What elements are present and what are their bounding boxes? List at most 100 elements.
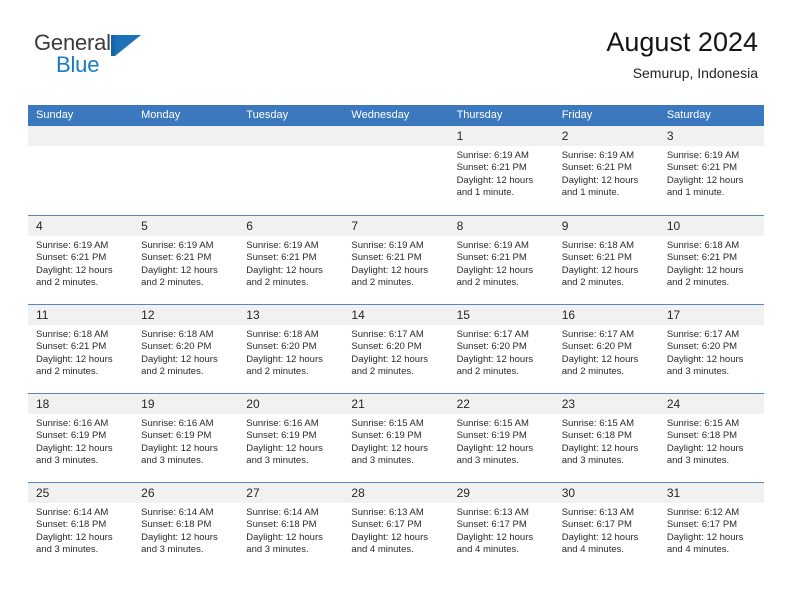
day-sun-info: Sunrise: 6:19 AM Sunset: 6:21 PM Daylight:… (343, 236, 448, 289)
day-number: 10 (666, 219, 681, 233)
sunrise-text: Sunrise: 6:18 AM (36, 329, 109, 340)
calendar-day-cell[interactable]: 29 Sunrise: 6:13 AM Sunset: 6:17 PM Dayligh… (448, 483, 554, 571)
day-number-band (133, 126, 239, 146)
day-number-band: 6 (238, 216, 344, 236)
page-header: General Blue August 2024 Semurup, Indone… (0, 26, 792, 98)
day-sun-info: Sunrise: 6:19 AM Sunset: 6:21 PM Daylight:… (554, 146, 659, 199)
calendar-day-cell[interactable]: 5 Sunrise: 6:19 AM Sunset: 6:21 PM Daylight… (133, 216, 239, 304)
calendar-day-cell-empty (28, 126, 134, 215)
calendar-day-cell[interactable]: 28 Sunrise: 6:13 AM Sunset: 6:17 PM Dayligh… (343, 483, 449, 571)
calendar-day-cell[interactable]: 8 Sunrise: 6:19 AM Sunset: 6:21 PM Daylight… (448, 216, 554, 304)
calendar-day-cell[interactable]: 16 Sunrise: 6:17 AM Sunset: 6:20 PM Dayligh… (553, 305, 659, 393)
day-number: 5 (141, 219, 148, 233)
day-sun-info: Sunrise: 6:17 AM Sunset: 6:20 PM Daylight:… (343, 325, 448, 378)
day-number-band (343, 126, 449, 146)
sunset-text: Sunset: 6:21 PM (36, 341, 107, 353)
calendar-day-cell[interactable]: 3 Sunrise: 6:19 AM Sunset: 6:21 PM Daylight… (658, 126, 764, 215)
day-number-band: 22 (448, 394, 554, 414)
day-number: 19 (141, 397, 155, 411)
calendar-day-cell[interactable]: 23 Sunrise: 6:15 AM Sunset: 6:18 PM Dayligh… (553, 394, 659, 482)
day-number-band: 28 (343, 483, 449, 503)
sunset-text: Sunset: 6:21 PM (456, 252, 527, 264)
calendar-day-cell[interactable]: 27 Sunrise: 6:14 AM Sunset: 6:18 PM Dayligh… (238, 483, 344, 571)
day-sun-info: Sunrise: 6:19 AM Sunset: 6:21 PM Daylight:… (28, 236, 133, 289)
weekday-header-thursday: Thursday (456, 109, 503, 121)
calendar-day-cell[interactable]: 26 Sunrise: 6:14 AM Sunset: 6:18 PM Dayligh… (133, 483, 239, 571)
calendar-day-cell[interactable]: 21 Sunrise: 6:15 AM Sunset: 6:19 PM Dayligh… (343, 394, 449, 482)
day-sun-info: Sunrise: 6:17 AM Sunset: 6:20 PM Daylight:… (449, 325, 554, 378)
day-number: 2 (561, 129, 569, 143)
sunrise-text: Sunrise: 6:14 AM (246, 507, 319, 518)
logo-triangle-icon (111, 35, 141, 56)
calendar-day-cell[interactable]: 25 Sunrise: 6:14 AM Sunset: 6:18 PM Dayligh… (28, 483, 134, 571)
calendar-day-cell[interactable]: 13 Sunrise: 6:18 AM Sunset: 6:20 PM Dayligh… (238, 305, 344, 393)
calendar-day-cell[interactable]: 1 Sunrise: 6:19 AM Sunset: 6:21 PM Daylight… (448, 126, 554, 215)
daylight-text: Daylight: 12 hours and 2 minutes. (141, 264, 218, 288)
sunrise-text: Sunrise: 6:18 AM (561, 240, 635, 251)
day-number-band: 16 (553, 305, 659, 325)
calendar-grid: Sunday Monday Tuesday Wednesday Thursday… (28, 105, 764, 571)
weekday-header-wednesday: Wednesday (351, 109, 410, 121)
calendar-day-cell[interactable]: 31 Sunrise: 6:12 AM Sunset: 6:17 PM Dayligh… (658, 483, 764, 571)
weekday-header-monday: Monday (141, 109, 181, 121)
daylight-text: Daylight: 12 hours and 4 minutes. (666, 531, 744, 555)
daylight-text: Daylight: 12 hours and 2 minutes. (141, 353, 218, 377)
day-sun-info: Sunrise: 6:13 AM Sunset: 6:17 PM Daylight:… (449, 503, 554, 556)
sunrise-text: Sunrise: 6:16 AM (246, 418, 319, 429)
day-number-band: 10 (658, 216, 764, 236)
day-number-band: 1 (448, 126, 554, 146)
day-sun-info: Sunrise: 6:19 AM Sunset: 6:21 PM Daylight:… (133, 236, 238, 289)
day-sun-info: Sunrise: 6:19 AM Sunset: 6:21 PM Daylight:… (238, 236, 343, 289)
calendar-day-cell[interactable]: 24 Sunrise: 6:15 AM Sunset: 6:18 PM Dayligh… (658, 394, 764, 482)
sunset-text: Sunset: 6:21 PM (561, 252, 632, 264)
calendar-day-cell[interactable]: 14 Sunrise: 6:17 AM Sunset: 6:20 PM Dayligh… (343, 305, 449, 393)
calendar-day-cell[interactable]: 9 Sunrise: 6:18 AM Sunset: 6:21 PM Daylight… (553, 216, 659, 304)
calendar-day-cell[interactable]: 10 Sunrise: 6:18 AM Sunset: 6:21 PM Dayligh… (658, 216, 764, 304)
calendar-day-cell[interactable]: 18 Sunrise: 6:16 AM Sunset: 6:19 PM Dayligh… (28, 394, 134, 482)
calendar-day-cell[interactable]: 4 Sunrise: 6:19 AM Sunset: 6:21 PM Daylight… (28, 216, 134, 304)
calendar-day-cell[interactable]: 15 Sunrise: 6:17 AM Sunset: 6:20 PM Dayligh… (448, 305, 554, 393)
calendar-day-cell-empty (133, 126, 239, 215)
day-number-band: 24 (658, 394, 764, 414)
sunrise-text: Sunrise: 6:16 AM (141, 418, 214, 429)
day-number: 14 (351, 308, 365, 322)
calendar-week-row: 25 Sunrise: 6:14 AM Sunset: 6:18 PM Dayligh… (28, 482, 764, 571)
sunset-text: Sunset: 6:19 PM (141, 430, 212, 442)
day-number-band: 19 (133, 394, 239, 414)
calendar-day-cell[interactable]: 7 Sunrise: 6:19 AM Sunset: 6:21 PM Daylight… (343, 216, 449, 304)
calendar-day-cell[interactable]: 6 Sunrise: 6:19 AM Sunset: 6:21 PM Daylight… (238, 216, 344, 304)
day-number: 9 (561, 219, 569, 233)
sunrise-text: Sunrise: 6:13 AM (456, 507, 529, 518)
daylight-text: Daylight: 12 hours and 4 minutes. (456, 531, 534, 555)
day-number-band (238, 126, 344, 146)
calendar-day-cell[interactable]: 2 Sunrise: 6:19 AM Sunset: 6:21 PM Daylight… (553, 126, 659, 215)
calendar-day-cell[interactable]: 20 Sunrise: 6:16 AM Sunset: 6:19 PM Dayligh… (238, 394, 344, 482)
calendar-day-cell[interactable]: 30 Sunrise: 6:13 AM Sunset: 6:17 PM Dayligh… (553, 483, 659, 571)
calendar-day-cell[interactable]: 11 Sunrise: 6:18 AM Sunset: 6:21 PM Dayligh… (28, 305, 134, 393)
calendar-day-cell[interactable]: 22 Sunrise: 6:15 AM Sunset: 6:19 PM Dayligh… (448, 394, 554, 482)
day-number: 31 (666, 486, 681, 500)
day-sun-info: Sunrise: 6:15 AM Sunset: 6:18 PM Daylight:… (659, 414, 764, 467)
daylight-text: Daylight: 12 hours and 2 minutes. (456, 264, 534, 288)
sunset-text: Sunset: 6:21 PM (351, 252, 422, 264)
daylight-text: Daylight: 12 hours and 2 minutes. (351, 353, 428, 377)
day-sun-info: Sunrise: 6:16 AM Sunset: 6:19 PM Daylight:… (133, 414, 238, 467)
calendar-day-cell[interactable]: 19 Sunrise: 6:16 AM Sunset: 6:19 PM Dayligh… (133, 394, 239, 482)
daylight-text: Daylight: 12 hours and 2 minutes. (561, 353, 639, 377)
day-number: 27 (246, 486, 260, 500)
sunset-text: Sunset: 6:20 PM (141, 341, 212, 353)
calendar-day-cell[interactable]: 17 Sunrise: 6:17 AM Sunset: 6:20 PM Dayligh… (658, 305, 764, 393)
sunset-text: Sunset: 6:17 PM (561, 519, 632, 531)
general-blue-logo[interactable]: General Blue (34, 30, 154, 86)
day-sun-info: Sunrise: 6:14 AM Sunset: 6:18 PM Daylight:… (28, 503, 133, 556)
sunset-text: Sunset: 6:20 PM (456, 341, 527, 353)
day-number: 1 (456, 129, 464, 143)
sunrise-text: Sunrise: 6:19 AM (351, 240, 424, 251)
calendar-day-cell[interactable]: 12 Sunrise: 6:18 AM Sunset: 6:20 PM Dayligh… (133, 305, 239, 393)
sunset-text: Sunset: 6:17 PM (351, 519, 422, 531)
daylight-text: Daylight: 12 hours and 3 minutes. (141, 442, 218, 466)
day-number: 23 (561, 397, 576, 411)
day-number-band: 14 (343, 305, 449, 325)
weekday-header-row: Sunday Monday Tuesday Wednesday Thursday… (28, 105, 764, 126)
day-sun-info: Sunrise: 6:18 AM Sunset: 6:21 PM Daylight:… (28, 325, 133, 378)
